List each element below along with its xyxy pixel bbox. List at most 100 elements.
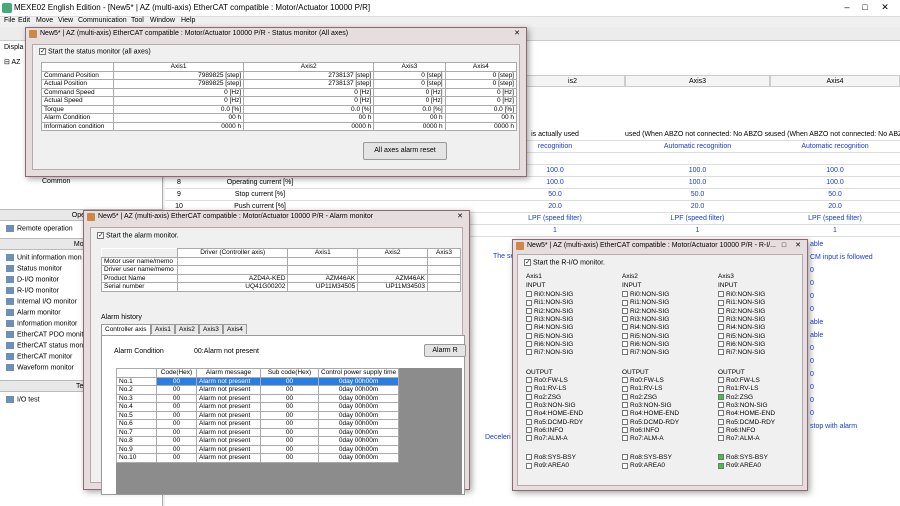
- rio-start-checkbox[interactable]: Start the R-I/O monitor.: [524, 258, 605, 266]
- alarm-history-row[interactable]: No.3 00 Alarm not present 00 0day 00h00m: [116, 393, 400, 403]
- tab-axis4[interactable]: Axis4: [223, 324, 247, 334]
- grid-cell[interactable]: 50.0: [770, 189, 900, 201]
- tab-axis1[interactable]: Axis1: [151, 324, 175, 334]
- minimize-icon[interactable]: –: [840, 2, 854, 14]
- grid-right-cell[interactable]: 0: [810, 267, 814, 274]
- led-off-icon: [526, 410, 532, 417]
- grid-cell[interactable]: 100.0: [485, 177, 625, 189]
- close-icon[interactable]: ✕: [878, 2, 892, 14]
- sidebar-item-internal-io[interactable]: Internal I/O monitor: [6, 298, 77, 305]
- grid-right-cell[interactable]: 0: [810, 306, 814, 313]
- tab-axis3[interactable]: Axis3: [199, 324, 223, 334]
- led-off-icon: [622, 316, 628, 323]
- grid-right-cell[interactable]: CM input is followed: [810, 254, 873, 261]
- grid-right-cell[interactable]: 0: [810, 371, 814, 378]
- grid-cell[interactable]: 1: [625, 225, 770, 237]
- sidebar-common[interactable]: Common: [42, 178, 70, 185]
- sidebar-item-waveform[interactable]: Waveform monitor: [6, 364, 74, 371]
- sidebar-item-information[interactable]: Information monitor: [6, 320, 77, 327]
- sidebar-item-unit-info[interactable]: Unit information mon: [6, 254, 82, 261]
- menu-tool[interactable]: Tool: [131, 17, 144, 24]
- dio-monitor-icon: [6, 276, 14, 283]
- grid-right-cell[interactable]: 0: [810, 358, 814, 365]
- menu-view[interactable]: View: [58, 17, 73, 24]
- rio-signal-name: Ro5:DCMD-RDY: [726, 418, 776, 426]
- menu-file[interactable]: File: [4, 17, 15, 24]
- alarm-reset-button[interactable]: Alarm R: [424, 344, 466, 357]
- grid-cell[interactable]: Automatic recognition: [770, 141, 900, 153]
- grid-cell[interactable]: [625, 153, 770, 165]
- tab-axis2[interactable]: Axis2: [175, 324, 199, 334]
- grid-right-cell[interactable]: able: [810, 319, 823, 326]
- alarm-history-row[interactable]: No.7 00 Alarm not present 00 0day 00h00m: [116, 427, 400, 437]
- sidebar-item-status[interactable]: Status monitor: [6, 265, 62, 272]
- grid-cell[interactable]: 50.0: [485, 189, 625, 201]
- app-title-bar: MEXE02 English Edition - [New5* | AZ (mu…: [0, 0, 900, 17]
- grid-cell[interactable]: 100.0: [770, 165, 900, 177]
- menu-help[interactable]: Help: [181, 17, 195, 24]
- rio-maximize-icon[interactable]: □: [779, 242, 789, 251]
- grid-cell[interactable]: used (When ABZO not connected: No ABZO s…: [625, 129, 770, 141]
- tree-node-az[interactable]: ⊟ AZ: [4, 58, 20, 66]
- sidebar-item-remote-operation[interactable]: Remote operation: [6, 225, 73, 232]
- tab-controller-axis[interactable]: Controller axis: [101, 324, 151, 335]
- menu-edit[interactable]: Edit: [18, 17, 30, 24]
- sidebar-item-ethercat-status[interactable]: EtherCAT status mon: [6, 342, 83, 349]
- alarm-history-row[interactable]: No.10 00 Alarm not present 00 0day 00h00m: [116, 453, 400, 463]
- sidebar-item-io-test[interactable]: I/O test: [6, 396, 40, 403]
- sidebar-item-dio[interactable]: D-I/O monitor: [6, 276, 59, 283]
- grid-cell[interactable]: 100.0: [625, 165, 770, 177]
- grid-cell[interactable]: 20.0: [625, 201, 770, 213]
- all-axes-alarm-reset-button[interactable]: All axes alarm reset: [363, 142, 447, 160]
- grid-cell[interactable]: Automatic recognition: [625, 141, 770, 153]
- rio-close-icon[interactable]: ✕: [793, 242, 803, 251]
- alarm-cell-sub: 00: [260, 419, 319, 429]
- menu-window[interactable]: Window: [150, 17, 175, 24]
- alarm-history-row[interactable]: No.2 00 Alarm not present 00 0day 00h00m: [116, 385, 400, 395]
- alarm-history-row[interactable]: No.6 00 Alarm not present 00 0day 00h00m: [116, 419, 400, 429]
- grid-cell[interactable]: LPF (speed filter): [770, 213, 900, 225]
- grid-cell[interactable]: 100.0: [625, 177, 770, 189]
- rio-monitor-window: New5* | AZ (multi-axis) EtherCAT compati…: [512, 239, 808, 491]
- alarm-history-row[interactable]: No.1 00 Alarm not present 00 0day 00h00m: [116, 376, 400, 386]
- grid-cell[interactable]: 20.0: [770, 201, 900, 213]
- rio-output-signal: Ro7:ALM-A: [718, 435, 760, 443]
- grid-right-cell[interactable]: stop with alarm: [810, 423, 857, 430]
- menu-communication[interactable]: Communication: [78, 17, 127, 24]
- alarm-history-row[interactable]: No.9 00 Alarm not present 00 0day 00h00m: [116, 444, 400, 454]
- alarm-th-subcode: Sub code(Hex): [260, 368, 319, 378]
- grid-right-cell[interactable]: able: [810, 241, 823, 248]
- grid-cell[interactable]: LPF (speed filter): [625, 213, 770, 225]
- alarm-history-row[interactable]: No.4 00 Alarm not present 00 0day 00h00m: [116, 402, 400, 412]
- sidebar-item-alarm[interactable]: Alarm monitor: [6, 309, 61, 316]
- status-start-checkbox[interactable]: Start the status monitor (all axes): [39, 47, 151, 55]
- grid-right-cell[interactable]: able: [810, 332, 823, 339]
- grid-cell[interactable]: 50.0: [625, 189, 770, 201]
- grid-cell[interactable]: [770, 153, 900, 165]
- grid-right-cell[interactable]: 0: [810, 397, 814, 404]
- sidebar-item-ethercat-monitor[interactable]: EtherCAT monitor: [6, 353, 72, 360]
- sidebar-item-ethercat-pdo[interactable]: EtherCAT PDO monitor: [6, 331, 90, 338]
- alarm-start-checkbox[interactable]: Start the alarm monitor.: [97, 231, 179, 239]
- grid-cell[interactable]: LPF (speed filter): [485, 213, 625, 225]
- maximize-icon[interactable]: □: [858, 2, 872, 14]
- status-close-icon[interactable]: ✕: [512, 30, 522, 39]
- grid-cell[interactable]: 1: [485, 225, 625, 237]
- alarm-history-row[interactable]: No.5 00 Alarm not present 00 0day 00h00m: [116, 410, 400, 420]
- menu-move[interactable]: Move: [36, 17, 53, 24]
- grid-right-cell[interactable]: 0: [810, 280, 814, 287]
- grid-cell[interactable]: 1: [770, 225, 900, 237]
- grid-right-cell[interactable]: 0: [810, 293, 814, 300]
- status-monitor-titlebar[interactable]: New5* | AZ (multi-axis) EtherCAT compati…: [26, 28, 526, 41]
- sidebar-item-rio[interactable]: R-I/O monitor: [6, 287, 59, 294]
- grid-cell[interactable]: 20.0: [485, 201, 625, 213]
- grid-right-cell[interactable]: 0: [810, 410, 814, 417]
- alarm-history-row[interactable]: No.8 00 Alarm not present 00 0day 00h00m: [116, 436, 400, 446]
- rio-monitor-titlebar[interactable]: New5* | AZ (multi-axis) EtherCAT compati…: [513, 240, 807, 253]
- grid-right-cell[interactable]: 0: [810, 345, 814, 352]
- grid-right-cell[interactable]: 0: [810, 384, 814, 391]
- alarm-monitor-titlebar[interactable]: New5* | AZ (multi-axis) EtherCAT compati…: [84, 211, 469, 224]
- grid-cell[interactable]: 100.0: [770, 177, 900, 189]
- grid-cell[interactable]: used (When ABZO not connected: No ABZO s…: [770, 129, 900, 141]
- alarm-close-icon[interactable]: ✕: [455, 213, 465, 222]
